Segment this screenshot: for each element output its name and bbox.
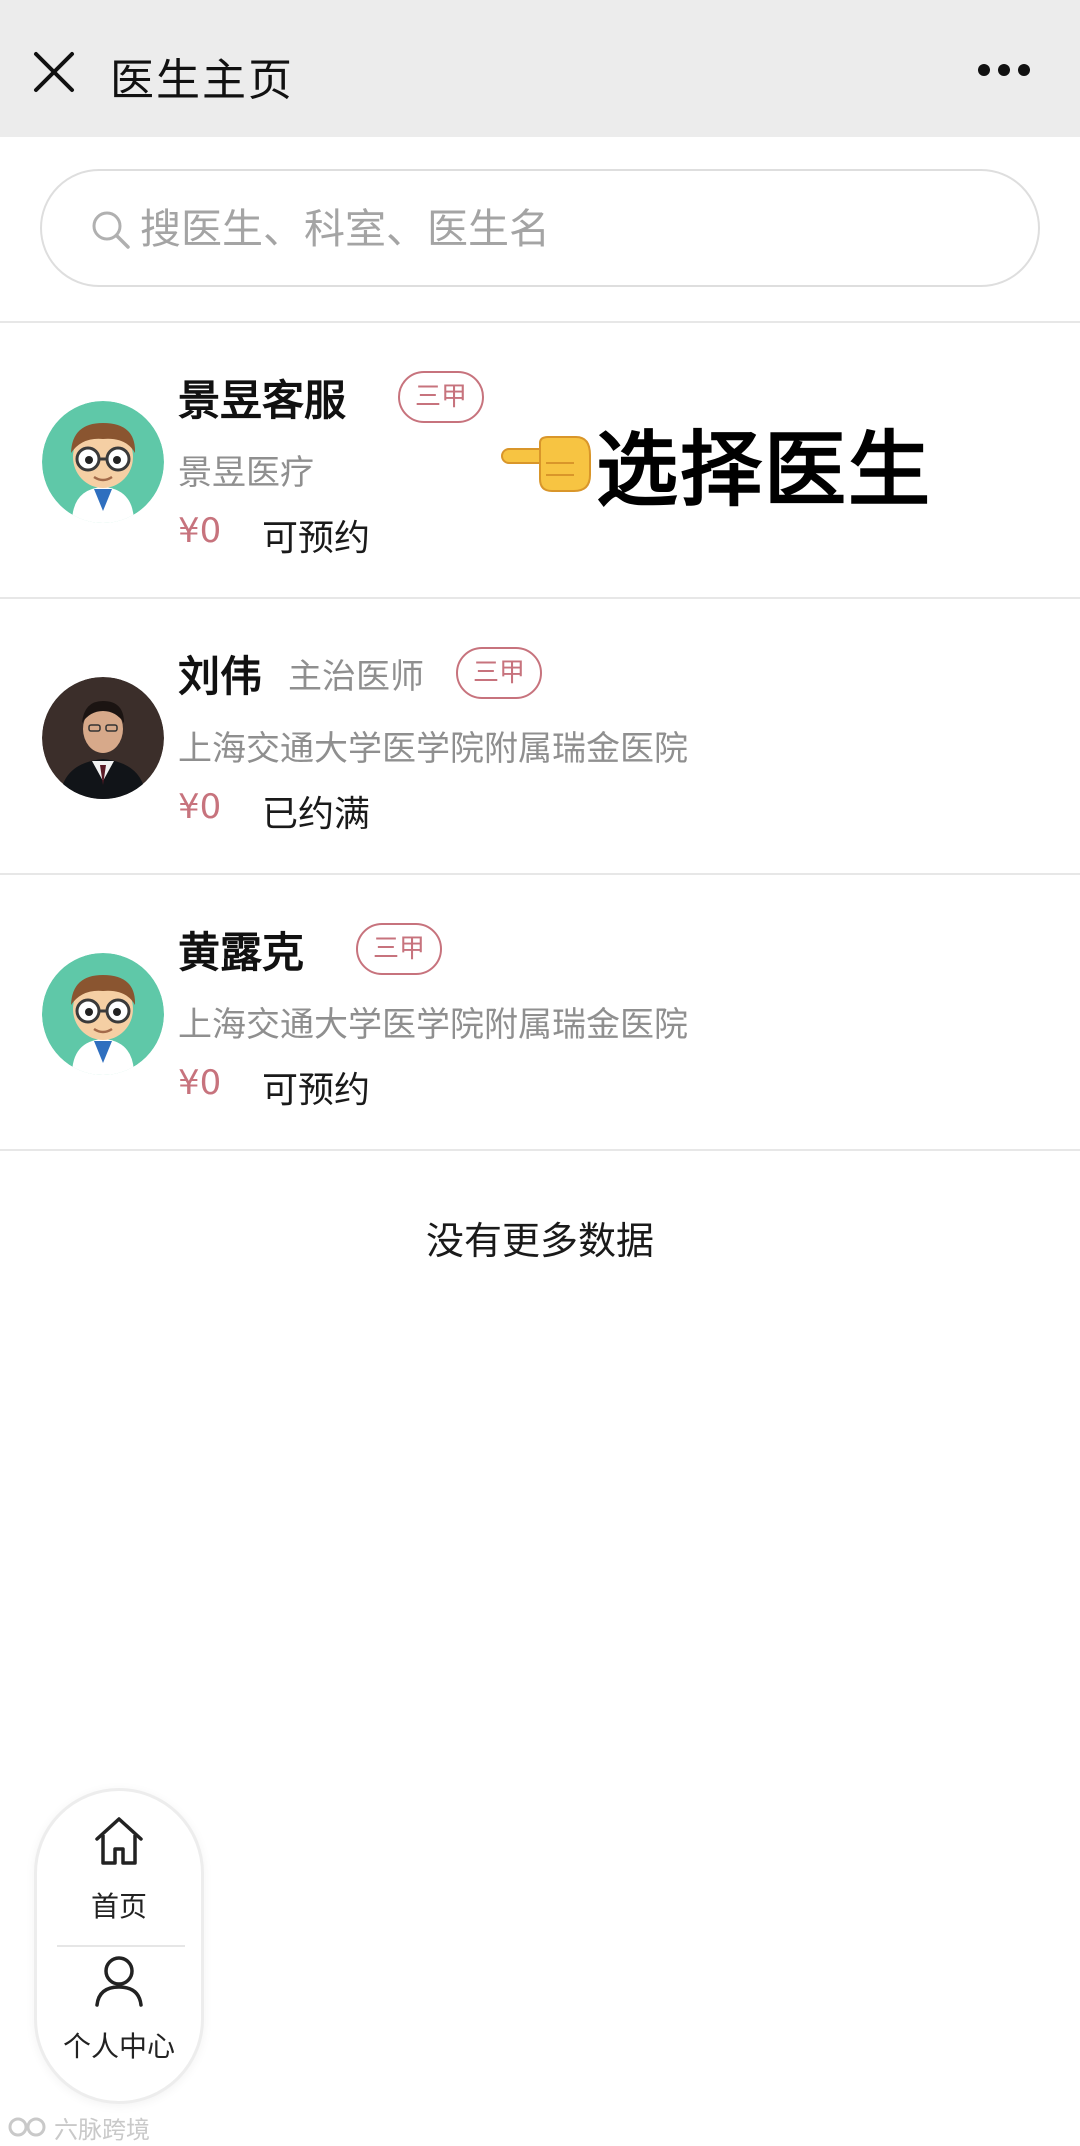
watermark-text: 六脉跨境 [54, 2115, 150, 2144]
doctor-hospital: 上海交通大学医学院附属瑞金医院 [178, 1005, 688, 1045]
watermark: 六脉跨境 [8, 2112, 150, 2144]
availability-status: 可预约 [262, 1070, 371, 1111]
nav-profile-button[interactable]: 个人中心 [37, 1953, 201, 2103]
doctor-list-item[interactable]: 黄露克 三甲 上海交通大学医学院附属瑞金医院 ¥0 可预约 [0, 875, 1080, 1151]
page-title: 医生主页 [110, 55, 294, 106]
user-icon [95, 1956, 143, 2007]
list-end-message: 没有更多数据 [425, 1219, 654, 1263]
home-icon [95, 1817, 143, 1865]
nav-profile-label: 个人中心 [62, 2030, 175, 2063]
floating-nav: 首页 个人中心 [34, 1788, 204, 2104]
nav-home-label: 首页 [90, 1890, 147, 1923]
close-icon[interactable] [32, 50, 76, 94]
hospital-grade-badge: 三甲 [456, 647, 542, 699]
search-bar [0, 137, 1080, 323]
consult-price: ¥0 [178, 511, 222, 551]
more-options-icon[interactable] [976, 60, 1032, 80]
doctor-list-item[interactable]: 刘伟 主治医师 三甲 上海交通大学医学院附属瑞金医院 ¥0 已约满 [0, 599, 1080, 875]
availability-status: 可预约 [262, 518, 371, 559]
nav-home-button[interactable]: 首页 [37, 1813, 201, 1963]
doctor-hospital: 景昱医疗 [178, 453, 314, 493]
app-header: 医生主页 [0, 0, 1080, 137]
doctor-home-page: 医生主页 景昱客服 [0, 0, 1080, 2146]
pointing-hand-icon [501, 436, 591, 492]
doctor-hospital: 上海交通大学医学院附属瑞金医院 [178, 729, 688, 769]
nav-divider [57, 1945, 185, 1947]
search-icon [92, 211, 130, 249]
hospital-grade-badge: 三甲 [356, 923, 442, 975]
hospital-grade-badge: 三甲 [398, 371, 484, 423]
search-input[interactable] [140, 191, 1000, 267]
search-box[interactable] [40, 169, 1040, 287]
doctor-photo-avatar [42, 677, 164, 799]
consult-price: ¥0 [178, 1063, 222, 1103]
doctor-name: 景昱客服 [178, 376, 347, 425]
availability-status: 已约满 [262, 794, 371, 835]
doctor-title: 主治医师 [288, 657, 424, 697]
watermark-logo-icon [8, 2117, 46, 2137]
select-doctor-annotation: 选择医生 [500, 412, 932, 518]
cartoon-doctor-avatar [42, 401, 164, 523]
annotation-text: 选择医生 [596, 422, 933, 518]
doctor-name: 刘伟 [178, 652, 263, 701]
consult-price: ¥0 [178, 787, 222, 827]
doctor-name: 黄露克 [178, 928, 305, 977]
cartoon-doctor-avatar [42, 953, 164, 1075]
